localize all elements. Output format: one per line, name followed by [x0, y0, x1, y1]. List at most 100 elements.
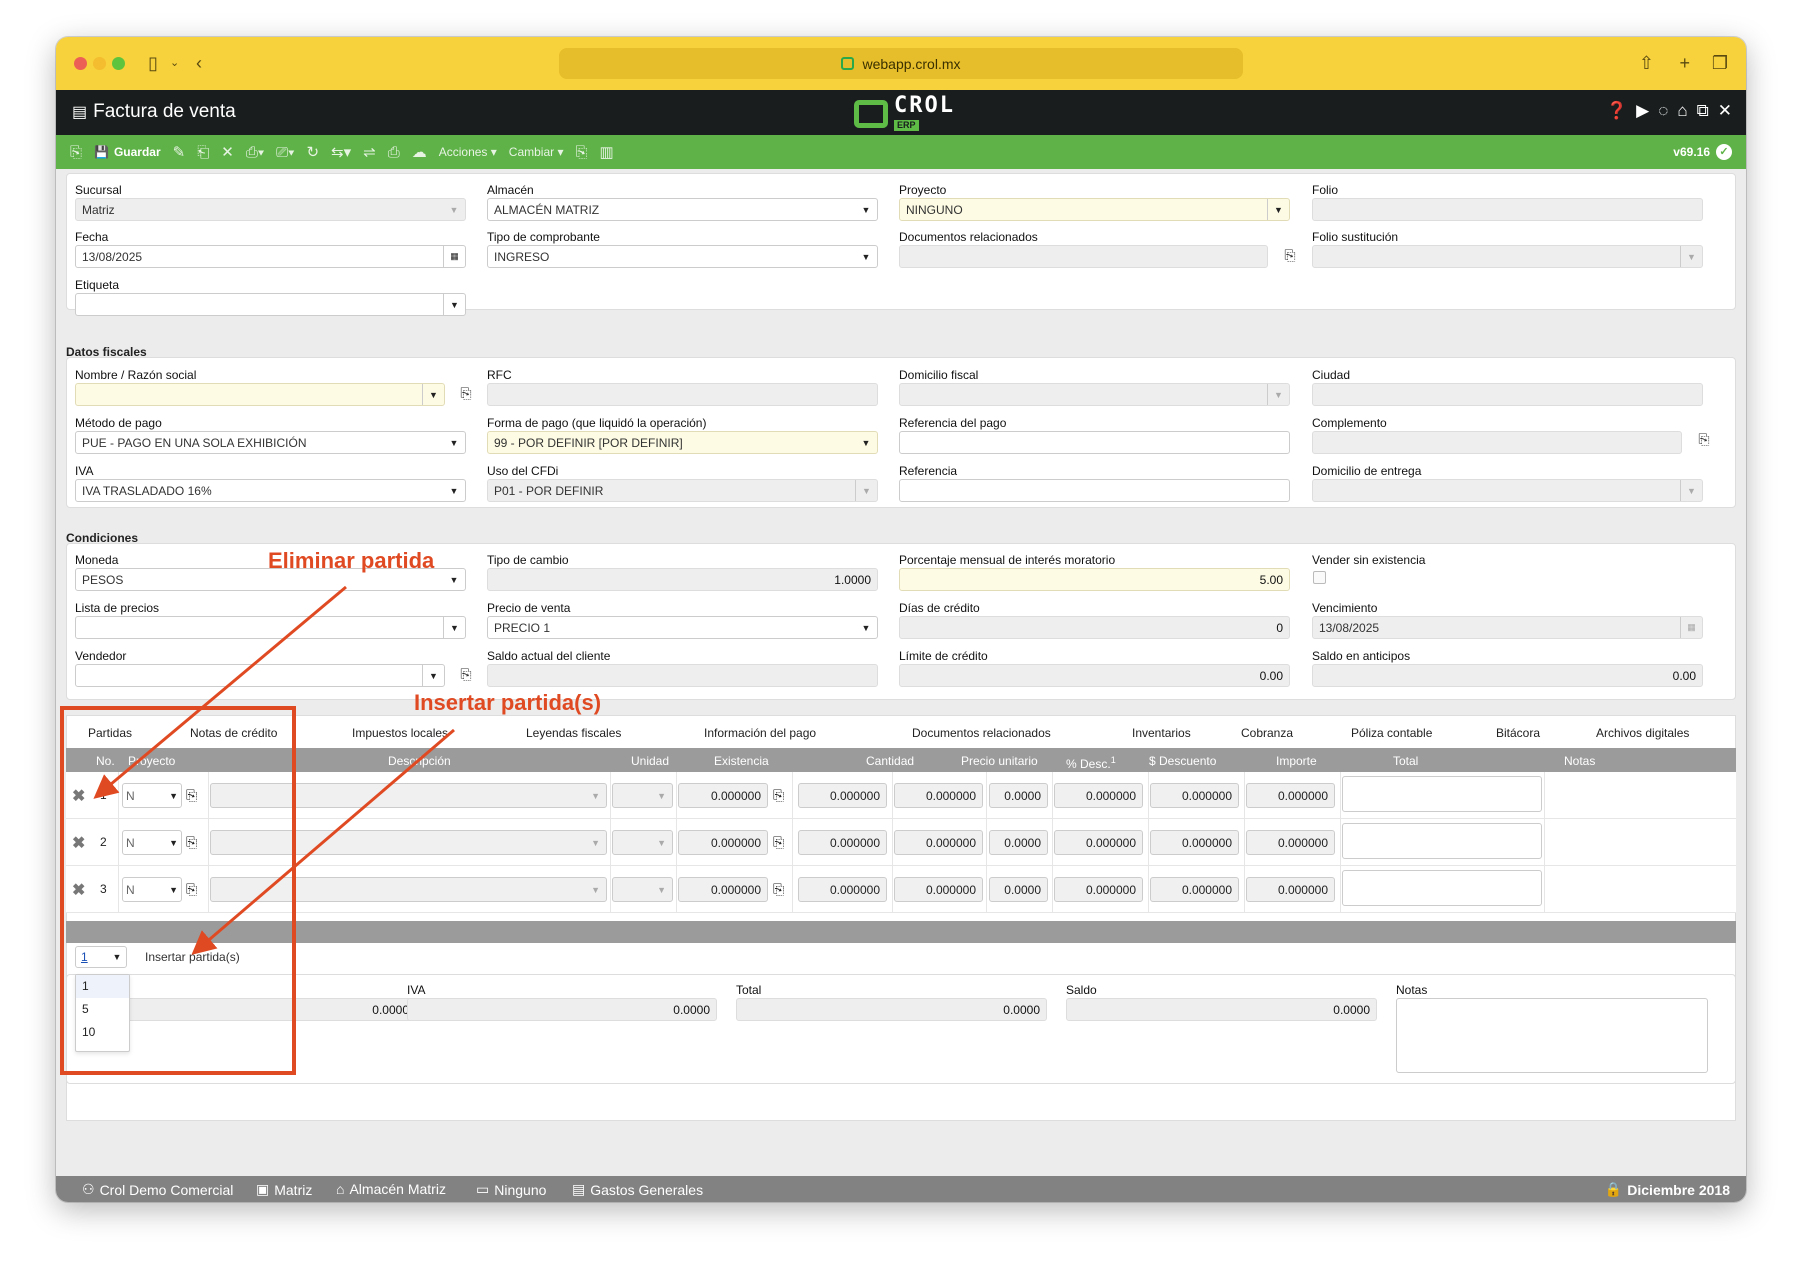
row-cantidad[interactable]: 0.000000	[798, 877, 887, 902]
domicilio-entrega-select[interactable]: ▼	[1312, 479, 1703, 502]
vencimiento-field[interactable]: 13/08/2025 ▦	[1312, 616, 1703, 639]
interes-field[interactable]: 5.00	[899, 568, 1290, 591]
tab-documentos-relacionados[interactable]: Documentos relacionados	[912, 726, 1051, 740]
transfer-icon[interactable]: ⇆▾	[331, 143, 351, 161]
row-precio[interactable]: 0.000000	[894, 830, 983, 855]
tab-informacion-pago[interactable]: Información del pago	[704, 726, 816, 740]
status-proyecto[interactable]: ▭ Ninguno	[476, 1181, 546, 1198]
folio-sustitucion-select[interactable]: ▼	[1312, 245, 1703, 268]
vender-sin-existencia-checkbox[interactable]	[1313, 571, 1326, 584]
share-icon[interactable]: ⇧	[1639, 51, 1654, 75]
domicilio-fiscal-select[interactable]: ▼	[899, 383, 1290, 406]
tipo-comprobante-select[interactable]: INGRESO ▼	[487, 245, 878, 268]
tab-archivos-digitales[interactable]: Archivos digitales	[1596, 726, 1689, 740]
tab-poliza-contable[interactable]: Póliza contable	[1351, 726, 1432, 740]
row-notas[interactable]	[1342, 776, 1542, 812]
row-descuento[interactable]: 0.000000	[1054, 830, 1143, 855]
precio-venta-select[interactable]: PRECIO 1 ▼	[487, 616, 878, 639]
zoom-window-button[interactable]	[112, 57, 125, 70]
cloud-icon[interactable]: ☁	[412, 143, 427, 161]
close-icon[interactable]: ✕	[1718, 101, 1732, 121]
status-sucursal[interactable]: ▣ Matriz	[256, 1181, 312, 1198]
tipo-cambio-field[interactable]: 1.0000	[487, 568, 878, 591]
inventory-icon[interactable]: ⎘	[773, 787, 784, 804]
docs-relacionados-field[interactable]	[899, 245, 1268, 268]
new-tab-icon[interactable]: +	[1679, 51, 1690, 75]
ciudad-field[interactable]	[1312, 383, 1703, 406]
video-icon[interactable]: ▶	[1636, 101, 1649, 121]
saldo-field[interactable]: 0.0000	[1066, 998, 1377, 1021]
link-icon[interactable]: ⇌	[363, 143, 376, 161]
uso-cfdi-select[interactable]: P01 - POR DEFINIR ▼	[487, 479, 878, 502]
row-descuento[interactable]: 0.000000	[1054, 783, 1143, 808]
row-notas[interactable]	[1342, 870, 1542, 906]
sucursal-select[interactable]: Matriz ▼	[75, 198, 466, 221]
iva-select[interactable]: IVA TRASLADADO 16% ▼	[75, 479, 466, 502]
metodo-pago-select[interactable]: PUE - PAGO EN UNA SOLA EXHIBICIÓN ▼	[75, 431, 466, 454]
inbox-icon[interactable]: ⎙	[388, 144, 400, 161]
row-precio[interactable]: 0.000000	[894, 877, 983, 902]
search-client-icon[interactable]: ⎘	[457, 384, 475, 402]
folio-field[interactable]	[1312, 198, 1703, 221]
acciones-dropdown[interactable]: Acciones ▾	[439, 145, 497, 159]
search-complement-icon[interactable]: ⎘	[1695, 430, 1713, 448]
tab-inventarios[interactable]: Inventarios	[1132, 726, 1191, 740]
copy-icon[interactable]: ⎘	[576, 144, 588, 161]
row-desc-pct[interactable]: 0.0000	[989, 877, 1048, 902]
preview-icon[interactable]: ⎚▾	[276, 144, 294, 161]
almacen-select[interactable]: ALMACÉN MATRIZ ▼	[487, 198, 878, 221]
lista-precios-select[interactable]: ▼	[75, 616, 466, 639]
window-icon[interactable]: ⧉	[1697, 101, 1709, 121]
row-desc-pct[interactable]: 0.0000	[989, 830, 1048, 855]
cambiar-dropdown[interactable]: Cambiar ▾	[509, 145, 564, 159]
row-unidad-select[interactable]: ▼	[612, 830, 673, 855]
saldo-anticipos-field[interactable]: 0.00	[1312, 664, 1703, 687]
rfc-field[interactable]	[487, 383, 878, 406]
close-window-button[interactable]	[74, 57, 87, 70]
print-icon[interactable]: ⎙▾	[246, 144, 264, 161]
chat-icon[interactable]: ◌	[1658, 101, 1668, 121]
new-doc-icon[interactable]: ⎘	[70, 144, 82, 161]
row-precio[interactable]: 0.000000	[894, 783, 983, 808]
referencia-field[interactable]	[899, 479, 1290, 502]
saldo-cliente-field[interactable]	[487, 664, 878, 687]
row-unidad-select[interactable]: ▼	[612, 877, 673, 902]
row-cantidad[interactable]: 0.000000	[798, 830, 887, 855]
complemento-field[interactable]	[1312, 431, 1682, 454]
tab-impuestos-locales[interactable]: Impuestos locales	[352, 726, 448, 740]
home-icon[interactable]: ⌂	[1677, 101, 1687, 121]
total-iva-field[interactable]: 0.0000	[407, 998, 717, 1021]
status-empresa[interactable]: ⚇ Crol Demo Comercial	[82, 1181, 233, 1198]
row-cantidad[interactable]: 0.000000	[798, 783, 887, 808]
cancel-icon[interactable]: ✕	[221, 143, 234, 161]
tab-leyendas-fiscales[interactable]: Leyendas fiscales	[526, 726, 621, 740]
forma-pago-select[interactable]: 99 - POR DEFINIR [POR DEFINIR] ▼	[487, 431, 878, 454]
sidebar-icon[interactable]: ▯	[148, 51, 158, 75]
minimize-window-button[interactable]	[93, 57, 106, 70]
help-icon[interactable]: ❓	[1606, 101, 1627, 121]
address-bar[interactable]: webapp.crol.mx	[559, 48, 1243, 79]
save-button[interactable]: 💾 Guardar	[94, 145, 161, 159]
tab-cobranza[interactable]: Cobranza	[1241, 726, 1293, 740]
vendedor-select[interactable]: ▼	[75, 664, 445, 687]
fecha-field[interactable]: 13/08/2025 ▦	[75, 245, 466, 268]
status-almacen[interactable]: ⌂ Almacén Matriz	[336, 1181, 446, 1197]
dias-credito-field[interactable]: 0	[899, 616, 1290, 639]
barcode-icon[interactable]: ▥	[600, 143, 614, 161]
row-descuento[interactable]: 0.000000	[1054, 877, 1143, 902]
status-periodo[interactable]: 🔒 Diciembre 2018	[1605, 1181, 1730, 1198]
limite-credito-field[interactable]: 0.00	[899, 664, 1290, 687]
row-notas[interactable]	[1342, 823, 1542, 859]
edit-icon[interactable]: ✎	[173, 143, 186, 161]
refresh-icon[interactable]: ↻	[306, 143, 319, 161]
row-desc-pct[interactable]: 0.0000	[989, 783, 1048, 808]
export-icon[interactable]: ⎗	[197, 144, 209, 161]
status-centro[interactable]: ▤ Gastos Generales	[572, 1181, 703, 1198]
nombre-select[interactable]: ▼	[75, 383, 445, 406]
row-unidad-select[interactable]: ▼	[612, 783, 673, 808]
ref-pago-field[interactable]	[899, 431, 1290, 454]
total-field[interactable]: 0.0000	[736, 998, 1047, 1021]
tab-bitacora[interactable]: Bitácora	[1496, 726, 1540, 740]
tabs-overview-icon[interactable]: ❐	[1712, 51, 1728, 75]
inventory-icon[interactable]: ⎘	[773, 834, 784, 851]
